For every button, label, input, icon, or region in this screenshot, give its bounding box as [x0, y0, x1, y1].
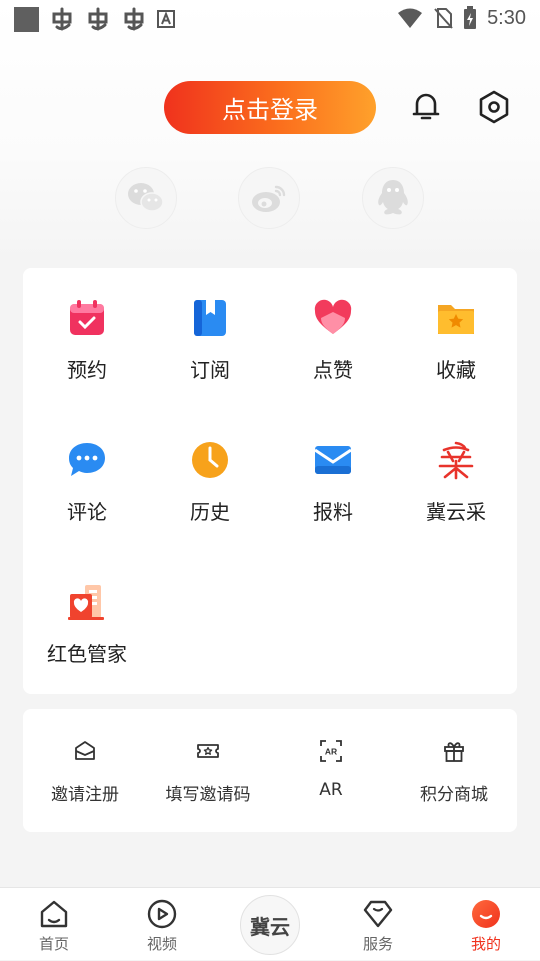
- qq-login-button[interactable]: [362, 167, 424, 229]
- clock-icon: [192, 442, 228, 478]
- extra-label: AR: [319, 780, 343, 800]
- wechat-icon: [128, 183, 164, 212]
- feature-item-red-steward[interactable]: 红色管家: [25, 552, 149, 666]
- feature-label: 收藏: [436, 358, 476, 382]
- settings-icon[interactable]: [478, 90, 510, 124]
- ticket-icon: [197, 744, 219, 758]
- feature-item-comments[interactable]: 评论: [25, 410, 149, 524]
- nav-tab-service[interactable]: 服务: [324, 888, 432, 961]
- login-button[interactable]: 点击登录: [164, 81, 376, 134]
- feature-item-history[interactable]: 历史: [148, 410, 272, 524]
- nav-label: 视频: [146, 935, 177, 953]
- feature-item-jiyuncai[interactable]: 冀云采: [394, 410, 518, 524]
- invite-envelope-icon: [75, 741, 95, 760]
- feature-label: 冀云采: [426, 500, 486, 524]
- feature-item-like[interactable]: 点赞: [271, 268, 395, 382]
- service-icon: [363, 900, 393, 928]
- red-steward-icon: [68, 585, 104, 620]
- font-a-icon: [157, 10, 175, 28]
- extra-item-ar[interactable]: AR AR: [269, 709, 393, 832]
- feature-label: 红色管家: [47, 642, 127, 666]
- status-bar: 5:30: [0, 0, 540, 36]
- feature-label: 评论: [67, 500, 107, 524]
- nav-tab-mine[interactable]: 我的: [432, 888, 540, 961]
- calendar-icon: [70, 300, 104, 335]
- jiyuncai-icon: [438, 441, 474, 480]
- wifi-icon: [398, 8, 423, 28]
- feature-item-subscribe[interactable]: 订阅: [148, 268, 272, 382]
- weibo-icon: [252, 185, 286, 212]
- no-sim-icon: [434, 8, 453, 29]
- feature-label: 报料: [313, 500, 353, 524]
- heart-icon: [314, 299, 352, 334]
- bug-notification-icon: [52, 7, 72, 31]
- feature-label: 历史: [190, 500, 230, 524]
- extra-item-invite-code[interactable]: 填写邀请码: [146, 709, 270, 832]
- battery-charging-icon: [464, 6, 477, 29]
- weibo-login-button[interactable]: [238, 167, 300, 229]
- star-folder-icon: [438, 305, 474, 334]
- feature-item-reservation[interactable]: 预约: [25, 268, 149, 382]
- video-play-icon: [147, 899, 177, 929]
- extra-label: 积分商城: [420, 785, 488, 805]
- extras-card: 邀请注册 填写邀请码 AR AR 积分商城: [23, 709, 517, 832]
- clock-time: 5:30: [487, 6, 526, 29]
- center-app-logo-button[interactable]: 冀云: [240, 895, 300, 955]
- svg-text:AR: AR: [325, 747, 337, 757]
- extra-item-points-mall[interactable]: 积分商城: [392, 709, 516, 832]
- home-icon: [40, 900, 68, 928]
- feature-label: 订阅: [190, 358, 230, 382]
- feature-item-report[interactable]: 报料: [271, 410, 395, 524]
- extra-label: 填写邀请码: [165, 785, 251, 805]
- bug-notification-icon: [124, 7, 144, 31]
- nav-label: 首页: [38, 935, 69, 953]
- mail-icon: [314, 446, 352, 474]
- features-card: 预约 订阅 点赞 收藏 评论 历史 报料 冀云采 红色管家: [23, 268, 517, 694]
- nav-label: 我的: [470, 935, 501, 953]
- ar-scan-icon: AR: [320, 740, 342, 762]
- bookmark-book-icon: [194, 300, 226, 336]
- chat-bubble-icon: [69, 443, 105, 476]
- feature-label: 预约: [67, 358, 107, 382]
- bug-notification-icon: [88, 7, 108, 31]
- nav-label: 服务: [362, 935, 393, 953]
- feature-item-favorites[interactable]: 收藏: [394, 268, 518, 382]
- qq-icon: [378, 180, 408, 215]
- profile-icon: [472, 900, 500, 928]
- notification-square-icon: [14, 6, 39, 32]
- feature-label: 点赞: [313, 358, 353, 382]
- extra-item-invite-register[interactable]: 邀请注册: [23, 709, 147, 832]
- extra-label: 邀请注册: [51, 785, 119, 805]
- gift-icon: [444, 742, 464, 762]
- bell-icon[interactable]: [409, 89, 443, 123]
- nav-tab-home[interactable]: 首页: [0, 888, 108, 961]
- nav-tab-video[interactable]: 视频: [108, 888, 216, 961]
- wechat-login-button[interactable]: [115, 167, 177, 229]
